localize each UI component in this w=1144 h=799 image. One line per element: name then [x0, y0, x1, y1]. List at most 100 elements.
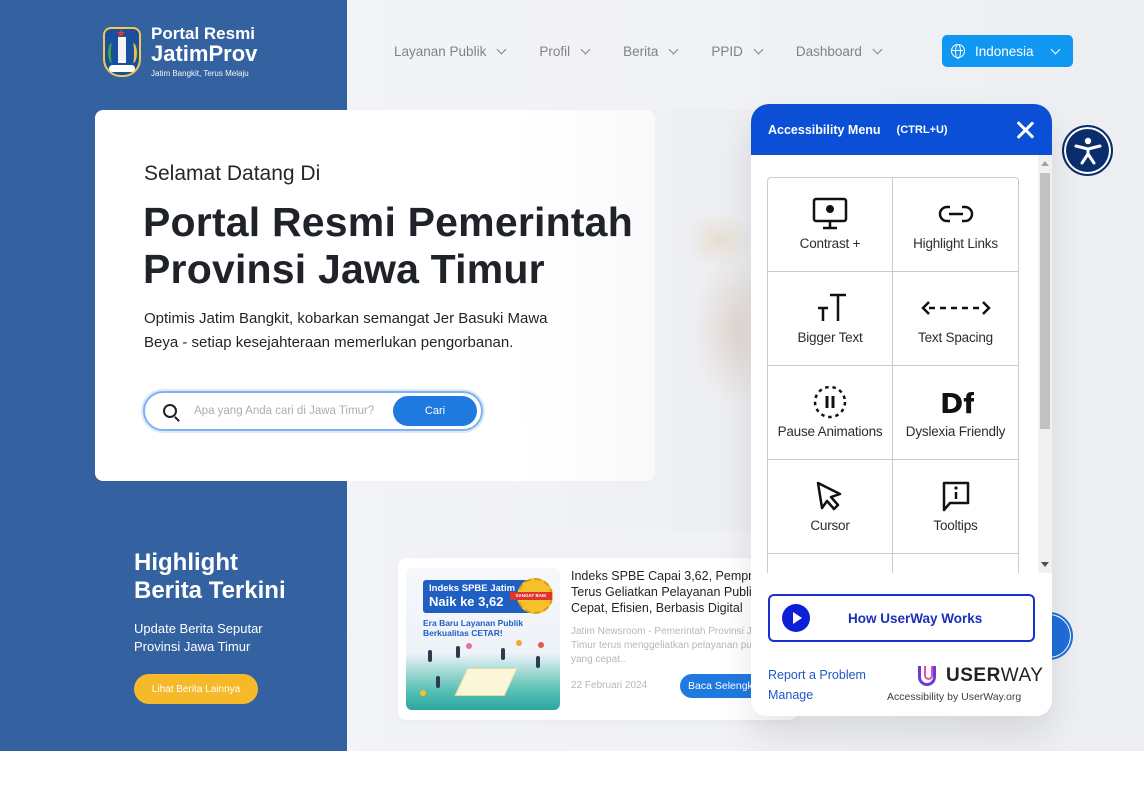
text-spacing-icon — [920, 290, 991, 326]
news-excerpt-line1: Jatim Newsroom - Pemerintah Provinsi Jaw… — [571, 626, 761, 637]
tile-label: Contrast + — [799, 236, 861, 251]
thumb-era: Era Baru Layanan Publik Berkualitas CETA… — [423, 618, 523, 638]
person-illustration — [536, 656, 540, 668]
cursor-icon — [814, 478, 846, 514]
tile-dyslexia-friendly[interactable]: Df Dyslexia Friendly — [893, 366, 1018, 460]
coin-icon — [420, 690, 426, 696]
tile-label: Text Spacing — [918, 330, 993, 345]
how-userway-label: How UserWay Works — [848, 610, 983, 626]
page-background: ★ Portal Resmi JatimProv Jatim Bangkit, … — [0, 0, 1144, 751]
userway-mark-icon — [918, 666, 936, 686]
play-icon — [782, 604, 810, 632]
accessibility-toggle-button[interactable] — [1062, 125, 1113, 176]
nav-label: PPID — [711, 43, 743, 59]
link-icon — [938, 196, 974, 232]
nav-label: Layanan Publik — [394, 43, 487, 59]
logo-title-brand: JatimProv — [151, 41, 258, 66]
accessibility-person-icon — [1074, 137, 1102, 165]
tile-text-spacing[interactable]: Text Spacing — [893, 272, 1018, 366]
thumb-badge: SANGAT BAIK — [510, 592, 552, 600]
userway-logo[interactable]: USERWAY — [918, 665, 1043, 687]
chart-dot-icon — [516, 640, 522, 646]
tile-more[interactable] — [893, 554, 1018, 573]
nav-item-berita[interactable]: Berita — [623, 40, 679, 62]
tile-tooltips[interactable]: Tooltips — [893, 460, 1018, 554]
brand-light: WAY — [1000, 665, 1044, 686]
accessibility-menu-panel: Accessibility Menu (CTRL+U) Contrast + H… — [751, 104, 1052, 716]
person-illustration — [501, 648, 505, 660]
news-title-line2: Terus Geliatkan Pelayanan Publik yang — [571, 585, 771, 599]
tile-highlight-links[interactable]: Highlight Links — [893, 178, 1018, 272]
highlight-subtitle-line1: Update Berita Seputar — [134, 621, 263, 636]
search-button[interactable]: Cari — [393, 396, 477, 426]
main-nav: Layanan Publik Profil Berita PPID Dashbo… — [394, 40, 915, 62]
search-input[interactable] — [194, 405, 384, 417]
nav-item-profil[interactable]: Profil — [539, 40, 591, 62]
manage-link[interactable]: Manage — [768, 688, 813, 702]
news-excerpt: Jatim Newsroom - Pemerintah Provinsi Jaw… — [571, 625, 761, 667]
highlight-subtitle-line2: Provinsi Jawa Timur — [134, 639, 251, 654]
accessibility-menu-header: Accessibility Menu (CTRL+U) — [751, 104, 1052, 155]
chevron-down-icon — [668, 44, 679, 54]
nav-label: Profil — [539, 43, 571, 59]
how-userway-works-button[interactable]: How UserWay Works — [768, 594, 1035, 642]
jatim-emblem-icon: ★ — [103, 26, 141, 79]
hero-eyebrow: Selamat Datang Di — [144, 162, 321, 185]
highlight-title-line1: Highlight — [134, 549, 238, 576]
language-label: Indonesia — [975, 43, 1034, 59]
scroll-up-arrow-icon[interactable] — [1041, 161, 1049, 166]
news-title-line3: Cepat, Efisien, Berbasis Digital — [571, 601, 743, 615]
panel-scrollbar[interactable] — [1038, 155, 1052, 573]
tile-pause-animations[interactable]: Pause Animations — [768, 366, 893, 460]
nav-label: Dashboard — [795, 43, 862, 59]
pause-animations-icon — [812, 384, 848, 420]
news-title[interactable]: Indeks SPBE Capai 3,62, Pemprov Jatim Te… — [571, 568, 771, 616]
accessibility-options: Contrast + Highlight Links Bigger Text T… — [767, 177, 1019, 573]
news-thumbnail[interactable]: Indeks SPBE Jatim Naik ke 3,62 SANGAT BA… — [406, 568, 560, 710]
nav-label: Berita — [623, 43, 659, 59]
language-selector[interactable]: Indonesia — [942, 35, 1073, 67]
tile-cursor[interactable]: Cursor — [768, 460, 893, 554]
person-illustration — [456, 646, 460, 658]
chevron-down-icon — [1050, 44, 1061, 55]
tooltip-icon — [940, 478, 972, 514]
hero-description-line1: Optimis Jatim Bangkit, kobarkan semangat… — [144, 310, 548, 327]
contrast-monitor-icon — [812, 196, 848, 232]
news-excerpt-line3: yang cepat.. — [571, 654, 626, 665]
scroll-down-arrow-icon[interactable] — [1041, 562, 1049, 567]
userway-wordmark: USERWAY — [946, 665, 1043, 687]
more-news-button[interactable]: Lihat Berita Lainnya — [134, 674, 258, 704]
search-icon — [163, 404, 177, 418]
keyboard-shortcut: (CTRL+U) — [896, 123, 948, 136]
tile-label: Highlight Links — [913, 236, 998, 251]
tile-bigger-text[interactable]: Bigger Text — [768, 272, 893, 366]
tile-more[interactable] — [768, 554, 893, 573]
highlight-subtitle: Update Berita Seputar Provinsi Jawa Timu… — [134, 620, 263, 656]
thumb-era-line1: Era Baru Layanan Publik — [423, 618, 524, 628]
tile-label: Bigger Text — [797, 330, 863, 345]
nav-item-layanan-publik[interactable]: Layanan Publik — [394, 40, 507, 62]
close-icon[interactable] — [1016, 121, 1034, 139]
site-logo[interactable]: ★ Portal Resmi JatimProv Jatim Bangkit, … — [103, 25, 257, 80]
svg-text:Df: Df — [940, 387, 974, 418]
hero-description-line2: Beya - setiap kesejahteraan memerlukan p… — [144, 334, 514, 351]
globe-icon — [951, 44, 965, 59]
tile-label: Pause Animations — [777, 424, 883, 439]
chart-dot-icon — [466, 643, 472, 649]
thumb-era-line2: Berkualitas CETAR! — [423, 628, 503, 638]
report-problem-link[interactable]: Report a Problem — [768, 668, 866, 682]
tile-contrast[interactable]: Contrast + — [768, 178, 893, 272]
search-bar: Cari — [143, 391, 483, 431]
hero-title-line1: Portal Resmi Pemerintah — [143, 199, 633, 245]
highlight-title: Highlight Berita Terkini — [134, 549, 286, 605]
checklist-illustration — [454, 668, 518, 696]
nav-item-dashboard[interactable]: Dashboard — [795, 40, 883, 62]
accessibility-menu-title: Accessibility Menu — [768, 122, 881, 137]
nav-item-ppid[interactable]: PPID — [711, 40, 764, 62]
hero-description: Optimis Jatim Bangkit, kobarkan semangat… — [144, 307, 584, 355]
tile-label: Dyslexia Friendly — [905, 424, 1006, 439]
person-illustration — [428, 650, 432, 662]
scrollbar-thumb[interactable] — [1040, 173, 1050, 429]
dyslexia-df-icon: Df — [938, 384, 974, 420]
hero-title-line2: Provinsi Jawa Timur — [143, 246, 545, 292]
